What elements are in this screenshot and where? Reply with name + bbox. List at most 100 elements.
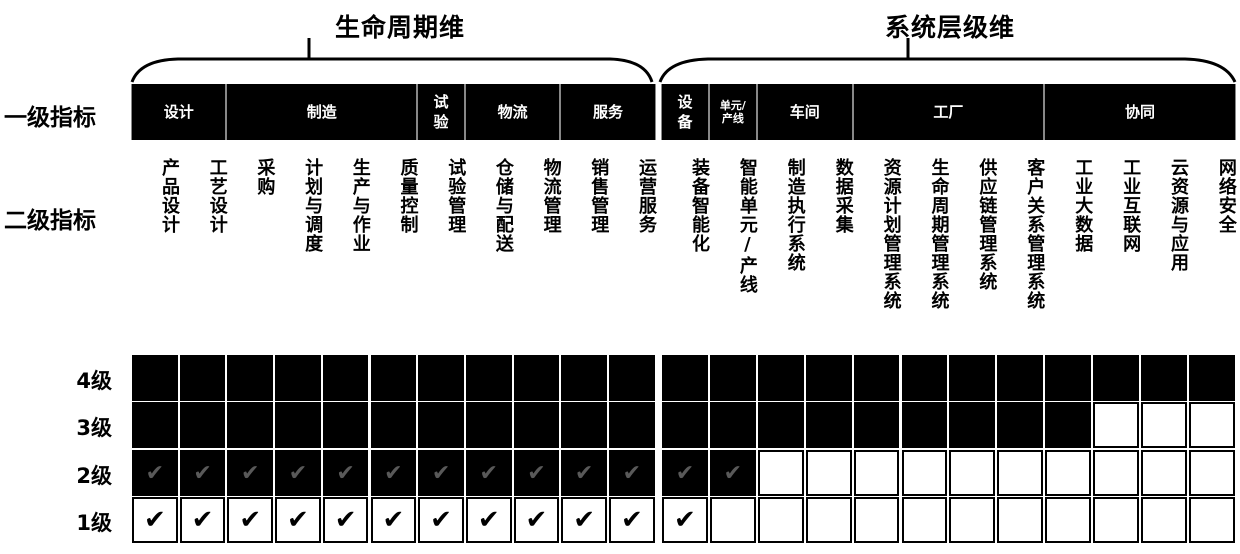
lifecycle-brace — [130, 57, 654, 83]
matrix-cell-level3-col2 — [226, 401, 275, 449]
matrix-cell-level3-col8 — [512, 401, 561, 449]
level-label-4: 4级 — [76, 369, 112, 393]
check-icon: ✔ — [382, 505, 405, 535]
matrix-cell-level3-col18 — [996, 401, 1045, 449]
matrix-cell-level4-col9 — [560, 354, 608, 402]
matrix-cell-level1-col22 — [1187, 496, 1236, 544]
level2-indicator-6: 试验管理 — [445, 158, 467, 234]
matrix-cell-level4-col14 — [804, 354, 853, 402]
level1-indicators-label: 一级指标 — [4, 105, 96, 131]
matrix-cell-level2-col20 — [1092, 449, 1140, 497]
level1-indicator-9: 协同 — [1044, 84, 1236, 140]
level2-indicator-7: 仓储与配送 — [492, 158, 514, 253]
level2-indicator-8: 物流管理 — [540, 158, 562, 234]
matrix-cell-level4-col4 — [321, 354, 370, 402]
matrix-cell-level1-col21 — [1140, 496, 1188, 544]
level1-indicator-2: 试验 — [417, 84, 465, 140]
check-icon: ✔ — [191, 505, 214, 535]
matrix-cell-level3-col0 — [131, 401, 179, 449]
level-label-3: 3级 — [76, 416, 112, 440]
matrix-cell-level2-col13 — [756, 449, 805, 497]
check-icon: ✔ — [143, 505, 166, 535]
matrix-cell-level4-col2 — [226, 354, 275, 402]
matrix-cell-level2-col18 — [996, 449, 1045, 497]
level1-indicator-8: 工厂 — [852, 84, 1045, 140]
matrix-cell-level3-col6 — [417, 401, 465, 449]
matrix-cell-level1-col6: ✔ — [417, 496, 465, 544]
matrix-cell-level2-col7: ✔ — [464, 449, 513, 497]
level2-indicator-22: 网络安全 — [1215, 158, 1237, 234]
matrix-cell-level2-col17 — [948, 449, 997, 497]
level2-indicator-10: 运营服务 — [636, 158, 657, 234]
matrix-cell-level1-col3: ✔ — [274, 496, 322, 544]
matrix-cell-level3-col19 — [1044, 401, 1093, 449]
matrix-cell-level3-col12 — [708, 401, 757, 449]
check-icon: ✔ — [288, 460, 308, 486]
matrix-cell-level3-col5 — [369, 401, 418, 449]
level2-indicator-3: 计划与调度 — [302, 158, 324, 253]
matrix-cell-level3-col21 — [1140, 401, 1188, 449]
matrix-cell-level4-col22 — [1187, 354, 1236, 402]
matrix-cell-level1-col9: ✔ — [560, 496, 608, 544]
level2-indicator-20: 工业互联网 — [1120, 158, 1142, 253]
check-icon: ✔ — [145, 460, 165, 486]
matrix-cell-level1-col13 — [756, 496, 805, 544]
check-icon: ✔ — [525, 505, 548, 535]
matrix-cell-level3-col4 — [321, 401, 370, 449]
matrix-cell-level2-col16 — [900, 449, 949, 497]
check-icon: ✔ — [620, 505, 643, 535]
check-icon: ✔ — [674, 505, 696, 535]
matrix-cell-level3-col22 — [1187, 401, 1236, 449]
matrix-cell-level4-col5 — [369, 354, 418, 402]
matrix-cell-level1-col7: ✔ — [464, 496, 513, 544]
matrix-cell-level4-col8 — [512, 354, 561, 402]
check-icon: ✔ — [430, 505, 452, 535]
matrix-cell-level1-col11: ✔ — [661, 496, 709, 544]
matrix-cell-level1-col19 — [1044, 496, 1093, 544]
dimension-braces — [130, 38, 1237, 83]
matrix-cell-level1-col14 — [804, 496, 853, 544]
matrix-cell-level3-col11 — [661, 401, 709, 449]
matrix-cell-level3-col16 — [900, 401, 949, 449]
matrix-cell-level4-col7 — [464, 354, 513, 402]
check-icon: ✔ — [334, 505, 357, 535]
matrix-cell-level3-col3 — [274, 401, 322, 449]
matrix-cell-level4-col10 — [608, 354, 656, 402]
level1-indicator-1: 制造 — [226, 84, 418, 140]
matrix-cell-level3-col13 — [756, 401, 805, 449]
matrix-cell-level2-col11: ✔ — [661, 449, 709, 497]
matrix-cell-level4-col3 — [274, 354, 322, 402]
level1-indicator-5: 设备 — [661, 84, 709, 140]
matrix-cell-level4-col19 — [1044, 354, 1093, 402]
matrix-cell-level3-col1 — [178, 401, 227, 449]
level-label-2: 2级 — [76, 464, 112, 488]
matrix-cell-level1-col2: ✔ — [226, 496, 275, 544]
level2-indicator-0: 产品设计 — [159, 158, 180, 234]
matrix-cell-level4-col1 — [178, 354, 227, 402]
check-icon: ✔ — [287, 505, 309, 535]
level1-indicator-3: 物流 — [464, 84, 561, 140]
level2-indicator-1: 工艺设计 — [206, 158, 228, 234]
matrix-cell-level4-col11 — [661, 354, 709, 402]
level2-indicator-13: 制造执行系统 — [784, 158, 806, 272]
check-icon: ✔ — [239, 505, 262, 535]
level1-indicator-0: 设计 — [131, 84, 227, 140]
matrix-cell-level4-col17 — [948, 354, 997, 402]
level-label-1: 1级 — [76, 511, 112, 535]
level2-indicator-16: 生命周期管理系统 — [928, 158, 950, 310]
matrix-cell-level2-col10: ✔ — [608, 449, 656, 497]
matrix-cell-level2-col1: ✔ — [178, 449, 227, 497]
matrix-cell-level3-col17 — [948, 401, 997, 449]
check-icon: ✔ — [477, 505, 500, 535]
level2-indicator-21: 云资源与应用 — [1168, 158, 1189, 272]
matrix-cell-level2-col12: ✔ — [708, 449, 757, 497]
matrix-cell-level1-col5: ✔ — [369, 496, 418, 544]
matrix-cell-level1-col10: ✔ — [608, 496, 656, 544]
check-icon: ✔ — [675, 460, 695, 486]
matrix-cell-level3-col15 — [852, 401, 901, 449]
level2-indicator-9: 销售管理 — [588, 158, 610, 234]
level2-indicator-12: 智能单元/产线 — [736, 158, 758, 294]
matrix-cell-level1-col0: ✔ — [131, 496, 179, 544]
matrix-cell-level4-col13 — [756, 354, 805, 402]
matrix-cell-level1-col4: ✔ — [321, 496, 370, 544]
